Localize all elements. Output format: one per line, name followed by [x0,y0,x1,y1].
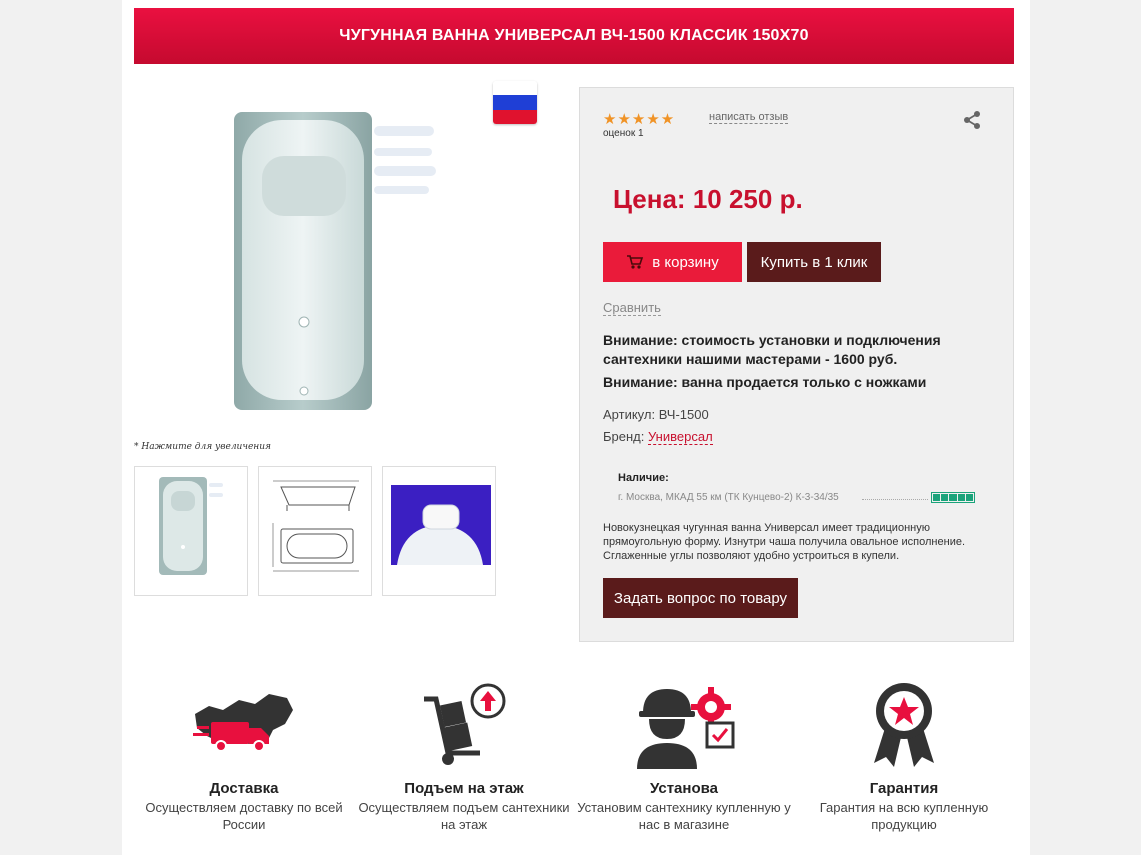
feature-title: Доставка [209,780,279,797]
stock-store: г. Москва, МКАД 55 км (ТК Кунцево-2) К-3… [618,492,839,503]
feature-guarantee: Гарантия Гарантия на всю купленную проду… [794,676,1014,833]
installer-icon [574,676,794,772]
feature-title: Гарантия [869,780,939,797]
brand-link[interactable]: Универсал [648,429,713,445]
rating-count: оценок 1 [603,128,644,139]
product-description: Новокузнецкая чугунная ванна Универсал и… [603,522,966,562]
buy-one-click-button[interactable]: Купить в 1 клик [747,242,881,282]
cart-icon [627,255,644,269]
legs-notice: Внимание: ванна продается только с ножка… [603,374,927,390]
sku-value: ВЧ-1500 [658,407,709,422]
feature-text: Установим сантехнику купленную у нас в м… [577,800,791,832]
zoom-hint: * Нажмите для увеличения [134,442,271,452]
product-title: ЧУГУННАЯ ВАННА УНИВЕРСАЛ ВЧ-1500 КЛАССИК… [134,8,1014,64]
feature-delivery: Доставка Осуществляем доставку по всей Р… [134,676,354,833]
stock-leader-dots [862,499,928,500]
compare-link[interactable]: Сравнить [603,300,661,316]
write-review-link[interactable]: написать отзыв [709,111,789,124]
floor-lift-icon [354,676,574,772]
installation-notice: Внимание: стоимость установки и подключе… [603,332,941,367]
feature-text: Осуществляем доставку по всей России [145,800,343,832]
add-to-cart-button[interactable]: в корзину [603,242,742,282]
feature-lift: Подъем на этаж Осуществляем подъем санте… [354,676,574,833]
brand-row: Бренд: Универсал [603,429,713,445]
thumbnail-drawing[interactable] [258,466,372,596]
russia-flag-icon [493,81,537,124]
sku-row: Артикул: ВЧ-1500 [603,407,709,422]
delivery-truck-icon [134,676,354,772]
thumbnail-top-view[interactable] [134,466,248,596]
share-icon[interactable] [962,110,982,130]
stock-label: Наличие: [618,472,669,484]
main-product-image[interactable] [134,86,538,426]
feature-text: Гарантия на всю купленную продукцию [819,800,989,832]
feature-title: Подъем на этаж [404,780,524,797]
feature-text: Осуществляем подъем сантехники на этаж [358,800,570,832]
ask-question-button[interactable]: Задать вопрос по товару [603,578,798,618]
product-price: Цена: 10 250 р. [613,184,803,214]
feature-installation: Установа Установим сантехнику купленную … [574,676,794,833]
add-to-cart-label: в корзину [652,253,719,271]
sku-label: Артикул: [603,407,656,422]
stock-level-meter [931,492,975,503]
rating-stars[interactable]: ★★★★★ [603,110,675,128]
thumbnail-headrest[interactable] [382,466,496,596]
guarantee-medal-icon [794,676,1014,772]
brand-label: Бренд: [603,429,645,444]
feature-title: Установа [649,780,718,797]
